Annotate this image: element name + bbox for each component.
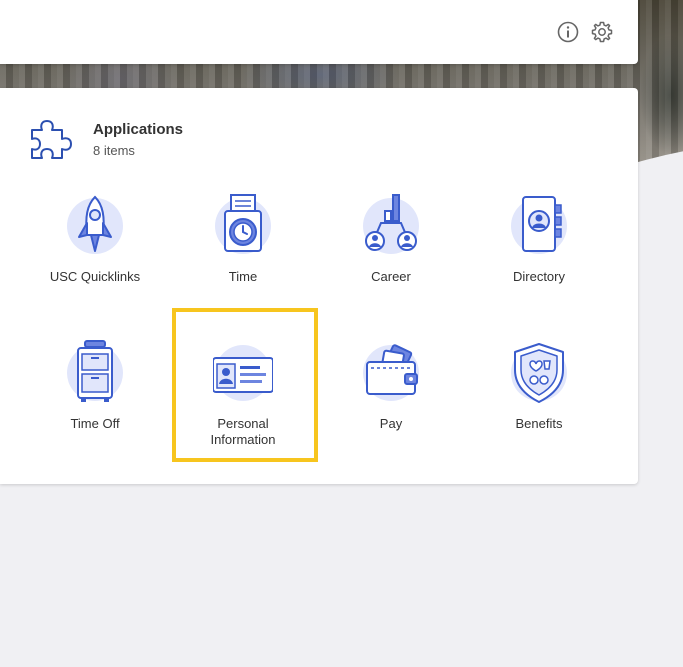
app-tile-benefits[interactable]: Benefits xyxy=(465,340,613,450)
applications-card: Applications 8 items USC Quicklinks Time xyxy=(0,88,638,484)
clock-icon xyxy=(215,194,271,254)
gear-icon[interactable] xyxy=(590,20,614,44)
selection-highlight xyxy=(172,308,318,462)
app-tile-usc-quicklinks[interactable]: USC Quicklinks xyxy=(21,193,169,303)
app-tile-time[interactable]: Time xyxy=(169,193,317,303)
tile-label: Pay xyxy=(379,416,403,431)
tile-label: Directory xyxy=(512,269,565,284)
suitcase-icon xyxy=(67,340,123,402)
tile-label: Time Off xyxy=(70,416,120,431)
top-header-bar xyxy=(0,0,638,64)
applications-title: Applications xyxy=(93,121,184,138)
wallet-icon xyxy=(363,344,419,401)
tile-label: Career xyxy=(371,269,411,284)
applications-count: 8 items xyxy=(93,143,135,158)
app-tile-career[interactable]: Career xyxy=(317,193,465,303)
app-tile-pay[interactable]: Pay xyxy=(317,340,465,450)
shield-icon xyxy=(511,343,567,403)
rocket-icon xyxy=(67,195,123,254)
app-tile-time-off[interactable]: Time Off xyxy=(21,340,169,450)
tile-label: Benefits xyxy=(515,416,563,431)
career-chart-icon xyxy=(363,194,419,254)
puzzle-icon xyxy=(31,120,72,159)
tile-label: USC Quicklinks xyxy=(49,269,141,284)
app-tile-directory[interactable]: Directory xyxy=(465,193,613,303)
address-book-icon xyxy=(511,196,567,254)
info-circle-icon[interactable] xyxy=(556,20,580,44)
tile-label: Time xyxy=(228,269,258,284)
